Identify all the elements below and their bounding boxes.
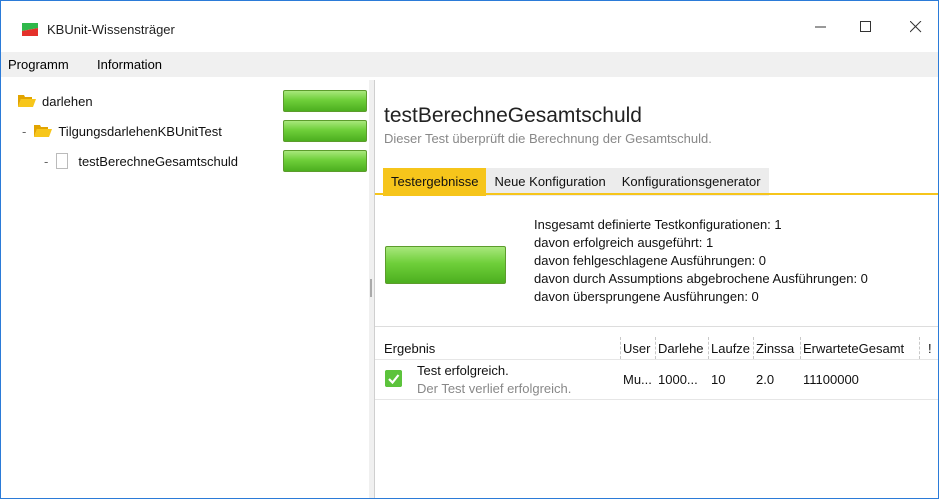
test-description: Dieser Test überprüft die Berechnung der…: [384, 131, 712, 146]
minimize-icon: [815, 26, 826, 28]
minimize-button[interactable]: [798, 10, 844, 44]
folder-open-icon: [34, 125, 53, 137]
title-bar: KBUnit-Wissensträger: [0, 0, 939, 44]
test-tree-panel: darlehen - TilgungsdarlehenKBUnitTest - …: [8, 80, 370, 499]
tree-status-bar: [283, 120, 367, 142]
overall-progress-bar: [385, 246, 506, 284]
tree-connector: -: [22, 123, 27, 139]
tree-item-label: testBerechneGesamtschuld: [78, 153, 239, 169]
tree-item-label: TilgungsdarlehenKBUnitTest: [58, 123, 222, 139]
column-divider[interactable]: [800, 337, 801, 359]
file-icon: [56, 153, 69, 169]
test-detail-panel: testBerechneGesamtschuld Dieser Test übe…: [375, 80, 939, 499]
test-title: testBerechneGesamtschuld: [384, 104, 642, 127]
tab-neue-konfiguration[interactable]: Neue Konfiguration: [486, 168, 613, 196]
result-summary: Insgesamt definierte Testkonfigurationen…: [534, 216, 868, 306]
result-title: Test erfolgreich.: [417, 363, 509, 378]
stat-passed: davon erfolgreich ausgeführt: 1: [534, 235, 714, 250]
column-header-ergebnis[interactable]: Ergebnis: [384, 341, 614, 356]
tree-item-tilgungsdarlehen[interactable]: - TilgungsdarlehenKBUnitTest: [22, 120, 222, 142]
column-divider[interactable]: [655, 337, 656, 359]
table-row[interactable]: Test erfolgreich. Der Test verlief erfol…: [375, 359, 939, 400]
cell-darlehen: 1000...: [658, 372, 698, 387]
menu-information[interactable]: Information: [97, 57, 162, 72]
splitter-grip[interactable]: [370, 279, 372, 297]
menu-bar: Programm Information: [0, 52, 939, 77]
maximize-icon: [860, 21, 871, 32]
column-divider[interactable]: [753, 337, 754, 359]
column-header-zinssatz[interactable]: Zinssa: [756, 341, 798, 356]
folder-open-icon: [18, 95, 36, 107]
tab-underline: [375, 193, 939, 195]
menu-programm[interactable]: Programm: [8, 57, 69, 72]
tree-item-testberechne[interactable]: - testBerechneGesamtschuld: [44, 150, 238, 172]
divider: [375, 326, 939, 327]
column-divider[interactable]: [919, 337, 920, 359]
column-divider[interactable]: [620, 337, 621, 359]
window-title: KBUnit-Wissensträger: [47, 22, 175, 37]
results-table-header: Ergebnis User Darlehe Laufze Zinssa Erwa…: [375, 337, 939, 360]
checkmark-icon: [385, 370, 402, 387]
result-subtitle: Der Test verlief erfolgreich.: [417, 381, 572, 396]
column-header-laufzeit[interactable]: Laufze: [711, 341, 753, 356]
app-logo-icon: [22, 23, 38, 36]
tree-item-label: darlehen: [42, 93, 93, 109]
cell-zinssatz: 2.0: [756, 372, 775, 387]
stat-failed: davon fehlgeschlagene Ausführungen: 0: [534, 253, 767, 268]
maximize-button[interactable]: [843, 10, 889, 44]
tree-status-bar: [283, 150, 367, 172]
close-button[interactable]: [893, 10, 939, 44]
column-divider[interactable]: [708, 337, 709, 359]
cell-erwartete-gesamt: 11100000: [803, 372, 859, 387]
tree-connector: -: [44, 153, 49, 169]
tab-bar: Testergebnisse Neue Konfiguration Konfig…: [383, 168, 769, 196]
tree-item-darlehen[interactable]: darlehen: [18, 90, 93, 112]
tree-status-bar: [283, 90, 367, 112]
tab-testergebnisse[interactable]: Testergebnisse: [383, 168, 487, 196]
tab-konfigurationsgenerator[interactable]: Konfigurationsgenerator: [614, 168, 769, 196]
column-header-erwartete-gesamt[interactable]: ErwarteteGesamt: [803, 341, 918, 356]
close-icon: [910, 21, 922, 33]
column-header-darlehen[interactable]: Darlehe: [658, 341, 708, 356]
cell-user: Mu...: [623, 372, 652, 387]
cell-laufzeit: 10: [711, 372, 726, 387]
stat-aborted: davon durch Assumptions abgebrochene Aus…: [534, 271, 868, 286]
column-header-extra[interactable]: !: [928, 341, 938, 356]
stat-skipped: davon übersprungene Ausführungen: 0: [534, 289, 759, 304]
stat-total: Insgesamt definierte Testkonfigurationen…: [534, 217, 782, 232]
column-header-user[interactable]: User: [623, 341, 653, 356]
